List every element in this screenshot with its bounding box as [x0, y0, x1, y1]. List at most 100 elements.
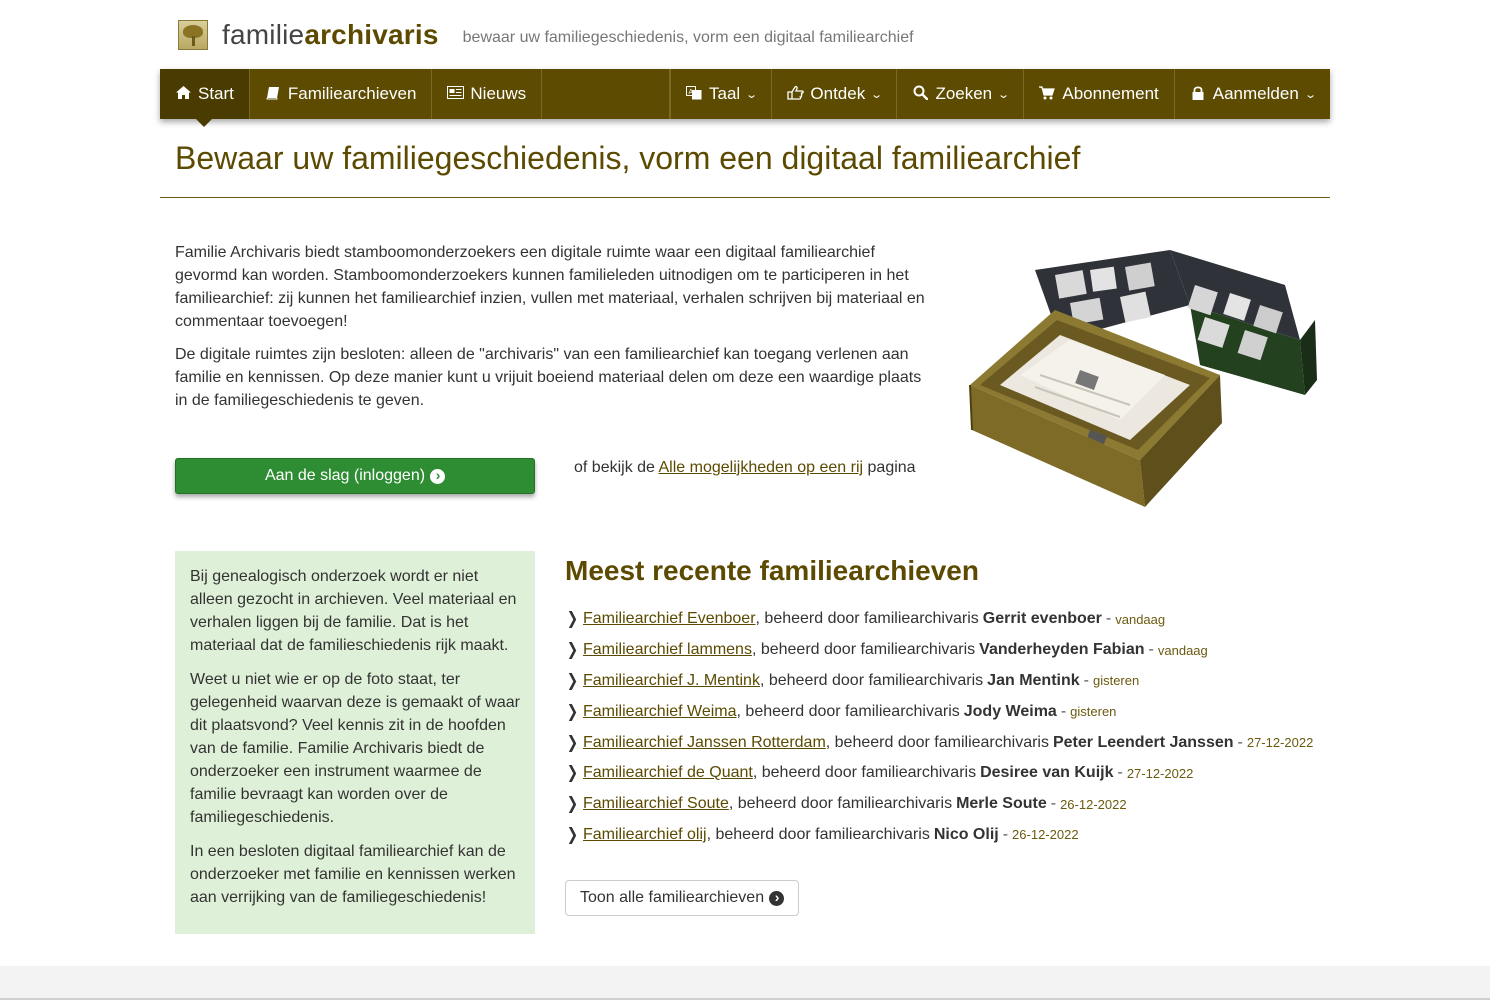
svg-text:A: A	[689, 89, 694, 96]
page-footer-band	[0, 966, 1490, 1000]
all-features-suffix: pagina	[867, 459, 916, 476]
sidebar-paragraph-2: Weet u niet wie er op de foto staat, ter…	[190, 671, 520, 826]
managed-by-text: , beheerd door familiearchivaris	[825, 733, 1049, 751]
separator: -	[1083, 671, 1089, 689]
list-item: ❯ Familiearchief Janssen Rotterdam, behee…	[565, 727, 1325, 758]
hand-pointer-icon	[787, 85, 805, 103]
sidebar-paragraph-1: Bij genealogisch onderzoek wordt er niet…	[190, 568, 517, 654]
archive-date: 26-12-2022	[1060, 796, 1127, 812]
chevron-right-icon: ❯	[566, 609, 579, 629]
tree-logo-icon[interactable]	[178, 20, 208, 50]
all-features-line: of bekijk de Alle mogelijkheden op een r…	[574, 459, 916, 477]
intro-paragraph-2: De digitale ruimtes zijn besloten: allee…	[175, 346, 922, 409]
separator: -	[1117, 764, 1123, 782]
chevron-right-icon: ❯	[566, 640, 579, 660]
chevron-down-icon: ⌄	[870, 88, 884, 101]
login-cta-label: Aan de slag (inloggen)	[264, 467, 426, 484]
chevron-circle-right-icon	[769, 890, 785, 906]
nav-spacer	[542, 69, 670, 119]
login-cta-button[interactable]: Aan de slag (inloggen)	[175, 458, 535, 494]
list-item: ❯ Familiearchief Soute, beheerd door fami…	[565, 789, 1325, 820]
chevron-down-icon: ⌄	[997, 88, 1011, 101]
managed-by-text: , beheerd door familiearchivaris	[728, 795, 953, 813]
sidebar-paragraph-3: In een besloten digitaal familiearchief …	[190, 843, 516, 906]
managed-by-text: , beheerd door familiearchivaris	[751, 641, 976, 659]
nav-ontdek[interactable]: Ontdek ⌄	[772, 69, 898, 119]
nav-aanmelden-label: Aanmelden	[1212, 84, 1299, 103]
archive-link[interactable]: Familiearchief Soute	[583, 795, 729, 813]
chevron-down-icon: ⌄	[1303, 88, 1317, 101]
archive-link[interactable]: Familiearchief de Quant	[583, 764, 753, 782]
nav-familiearchieven-label: Familiearchieven	[287, 84, 417, 103]
archivist-name: Jody Weima	[963, 702, 1057, 720]
main-navbar: Start Familiearchieven Nieuws A Taal ⌄ O…	[160, 69, 1330, 127]
chevron-right-icon: ❯	[566, 824, 579, 844]
archive-date: vandaag	[1115, 611, 1166, 627]
archive-date: 27-12-2022	[1126, 765, 1194, 781]
archivist-name: Gerrit evenboer	[982, 610, 1102, 628]
archive-date: gisteren	[1070, 704, 1117, 720]
archive-link[interactable]: Familiearchief olij	[583, 826, 707, 844]
separator: -	[1002, 825, 1009, 843]
list-item: ❯ Familiearchief de Quant, beheerd door f…	[565, 758, 1325, 789]
nav-nieuws[interactable]: Nieuws	[432, 69, 543, 119]
archive-link[interactable]: Familiearchief J. Mentink	[583, 672, 760, 690]
page-title: Bewaar uw familiegeschiedenis, vorm een …	[175, 140, 1081, 176]
nav-abonnement[interactable]: Abonnement	[1024, 69, 1175, 119]
managed-by-text: , beheerd door familiearchivaris	[759, 671, 984, 689]
archive-link[interactable]: Familiearchief Weima	[583, 703, 737, 721]
site-logo[interactable]: familiearchivaris	[222, 19, 439, 51]
language-icon: A	[686, 85, 702, 103]
managed-by-text: , beheerd door familiearchivaris	[706, 825, 930, 843]
nav-abonnement-label: Abonnement	[1062, 84, 1159, 103]
nav-taal-label: Taal	[709, 84, 741, 103]
archive-date: vandaag	[1157, 642, 1208, 658]
intro-text: Familie Archivaris biedt stamboomonderzo…	[175, 241, 935, 422]
chevron-right-icon: ❯	[566, 763, 579, 783]
chevron-circle-right-icon	[430, 468, 446, 484]
site-header: familiearchivaris bewaar uw familiegesch…	[178, 18, 914, 52]
recent-archives-list: ❯ Familiearchief Evenboer, beheerd door f…	[565, 604, 1325, 850]
cart-icon	[1039, 85, 1056, 103]
chevron-right-icon: ❯	[566, 670, 579, 690]
all-features-link[interactable]: Alle mogelijkheden op een rij	[659, 459, 864, 476]
newspaper-icon	[447, 86, 465, 102]
separator: -	[1237, 733, 1243, 751]
separator: -	[1050, 795, 1057, 813]
managed-by-text: , beheerd door familiearchivaris	[755, 610, 979, 628]
archivist-name: Jan Mentink	[987, 671, 1080, 689]
show-all-archives-button[interactable]: Toon alle familiearchieven	[565, 880, 800, 916]
archive-date: 27-12-2022	[1246, 735, 1314, 751]
intro-paragraph-1: Familie Archivaris biedt stamboomonderzo…	[175, 244, 925, 330]
title-divider	[160, 197, 1330, 198]
nav-zoeken-label: Zoeken	[935, 84, 993, 103]
nav-zoeken[interactable]: Zoeken ⌄	[897, 69, 1025, 119]
home-icon	[175, 86, 191, 102]
archivist-name: Nico Olij	[933, 825, 999, 843]
nav-taal[interactable]: A Taal ⌄	[670, 69, 773, 119]
nav-ontdek-label: Ontdek	[810, 84, 866, 103]
nav-familiearchieven[interactable]: Familiearchieven	[250, 69, 433, 119]
chevron-down-icon: ⌄	[745, 88, 759, 101]
archive-link[interactable]: Familiearchief Evenboer	[583, 610, 756, 628]
chevron-right-icon: ❯	[566, 794, 579, 814]
archivist-name: Desiree van Kuijk	[980, 764, 1114, 782]
list-item: ❯ Familiearchief J. Mentink, beheerd door…	[565, 666, 1325, 697]
archivist-name: Merle Soute	[956, 795, 1047, 813]
archive-link[interactable]: Familiearchief Janssen Rotterdam	[583, 734, 826, 752]
archive-date: 26-12-2022	[1012, 827, 1079, 843]
info-sidebar: Bij genealogisch onderzoek wordt er niet…	[175, 551, 535, 934]
managed-by-text: , beheerd door familiearchivaris	[752, 764, 977, 782]
all-features-prefix: of bekijk de	[574, 459, 655, 476]
archive-box-image	[969, 250, 1317, 507]
nav-start[interactable]: Start	[160, 69, 250, 127]
site-tagline: bewaar uw familiegeschiedenis, vorm een …	[462, 29, 914, 46]
show-all-label: Toon alle familiearchieven	[580, 889, 765, 906]
search-icon	[912, 85, 929, 103]
book-icon	[265, 86, 281, 103]
nav-aanmelden[interactable]: Aanmelden ⌄	[1175, 69, 1330, 119]
chevron-right-icon: ❯	[566, 732, 579, 752]
archive-link[interactable]: Familiearchief lammens	[583, 641, 752, 659]
archivist-name: Peter Leendert Janssen	[1052, 733, 1234, 751]
separator: -	[1060, 702, 1067, 720]
